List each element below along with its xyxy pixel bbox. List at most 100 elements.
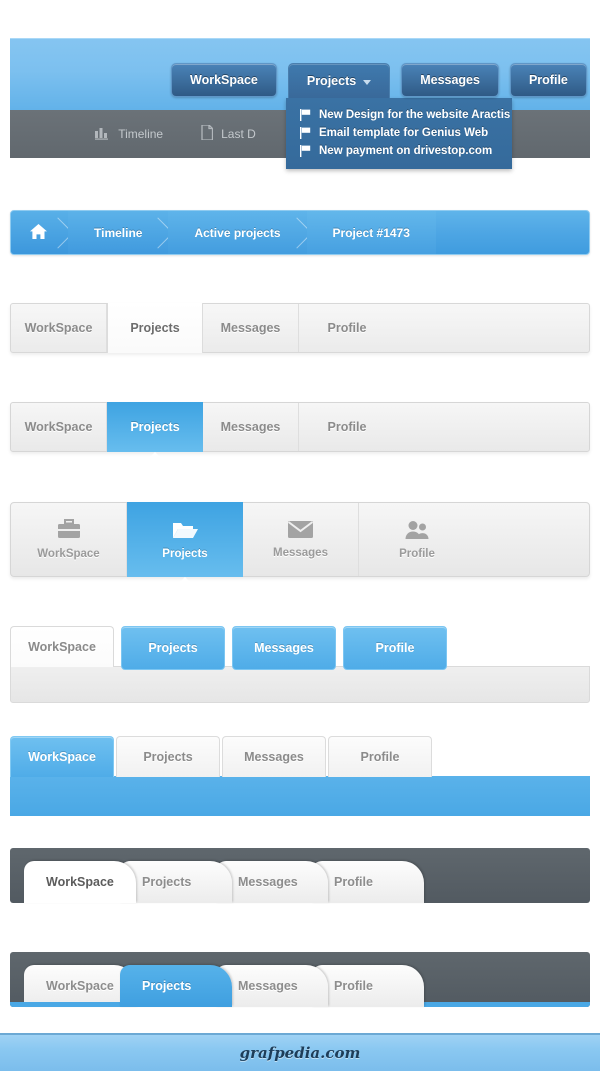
home-icon <box>29 223 48 243</box>
footer-bar: grafpedia.com <box>0 1033 600 1071</box>
tab-label: Profile <box>334 875 373 889</box>
tab-label: Profile <box>399 547 435 560</box>
tab-profile[interactable]: Profile <box>312 861 424 903</box>
toolbar-label: Timeline <box>118 127 164 141</box>
tab-workspace[interactable]: WorkSpace <box>24 861 136 903</box>
tab-label: Messages <box>273 547 328 559</box>
flag-icon <box>300 145 311 157</box>
nav-button-label: Messages <box>420 73 480 87</box>
tab-label: Messages <box>244 750 304 764</box>
tab-projects[interactable]: Projects <box>120 861 232 903</box>
dropdown-item-email-template[interactable]: Email template for Genius Web <box>286 124 512 142</box>
tab-label: Messages <box>254 641 314 655</box>
tab-label: Messages <box>220 420 281 434</box>
tab-messages[interactable]: Messages <box>203 403 299 451</box>
header-showcase: Timeline Last D Folders WorkSpace Projec… <box>10 38 590 169</box>
users-icon <box>405 520 429 543</box>
tab-projects[interactable]: Projects <box>107 402 203 461</box>
tabset-curved-dark-white-active: WorkSpace Projects Messages Profile <box>10 848 590 903</box>
breadcrumb-label: Active projects <box>194 225 281 240</box>
tab-label: WorkSpace <box>28 640 96 654</box>
nav-button-projects[interactable]: Projects <box>287 63 391 98</box>
tab-messages[interactable]: Messages <box>216 965 328 1007</box>
dropdown-item-label: Email template for Genius Web <box>319 127 489 139</box>
nav-button-label: Profile <box>528 73 568 87</box>
chevron-down-icon <box>363 79 372 85</box>
folder-open-icon <box>172 519 198 543</box>
tab-label: Profile <box>375 641 415 655</box>
toolbar-label: Last D <box>221 127 256 141</box>
tab-label: Projects <box>162 548 208 560</box>
tab-messages[interactable]: Messages <box>216 861 328 903</box>
dropdown-item-new-design[interactable]: New Design for the website Aractis <box>286 106 512 124</box>
tab-label: WorkSpace <box>46 979 114 993</box>
tab-messages[interactable]: Messages <box>243 503 359 576</box>
footer-brand-label: grafpedia.com <box>239 1044 361 1062</box>
tab-workspace[interactable]: WorkSpace <box>10 736 114 777</box>
tab-profile[interactable]: Profile <box>299 304 395 352</box>
chart-bars-icon <box>95 126 110 143</box>
breadcrumb-label: Timeline <box>94 225 143 240</box>
breadcrumb-item-timeline[interactable]: Timeline <box>68 211 169 254</box>
nav-button-label: Projects <box>306 74 357 88</box>
dropdown-item-label: New Design for the website Aractis <box>319 109 511 121</box>
breadcrumb-item-home[interactable] <box>11 211 68 254</box>
tab-profile[interactable]: Profile <box>299 403 395 451</box>
tabset-light-flat: WorkSpace Projects Messages Profile <box>10 303 590 353</box>
tab-label: Messages <box>220 321 281 335</box>
tab-label: Profile <box>327 420 367 434</box>
tab-label: Projects <box>143 750 193 764</box>
nav-button-label: WorkSpace <box>190 73 258 87</box>
tab-workspace[interactable]: WorkSpace <box>11 503 127 576</box>
envelope-icon <box>287 520 314 542</box>
tab-messages[interactable]: Messages <box>222 736 326 777</box>
tab-label: Projects <box>130 420 180 434</box>
breadcrumb-item-active-projects[interactable]: Active projects <box>168 211 307 254</box>
tab-profile[interactable]: Profile <box>359 503 475 576</box>
tab-profile[interactable]: Profile <box>312 965 424 1007</box>
tab-label: Projects <box>148 641 198 655</box>
tab-label: WorkSpace <box>24 420 93 434</box>
tab-projects[interactable]: Projects <box>127 502 243 586</box>
nav-button-workspace[interactable]: WorkSpace <box>171 63 277 97</box>
tab-label: Projects <box>130 321 180 335</box>
tab-content-panel <box>10 666 590 703</box>
tab-messages[interactable]: Messages <box>232 626 336 670</box>
tab-label: WorkSpace <box>37 548 100 560</box>
flag-icon <box>300 127 311 139</box>
tab-label: Projects <box>142 979 192 993</box>
projects-dropdown-menu: New Design for the website Aractis Email… <box>286 98 512 169</box>
tab-label: Profile <box>360 750 400 764</box>
tabset-icon-tabs: WorkSpace Projects Messages Profile <box>10 502 590 586</box>
tab-label: Projects <box>142 875 192 889</box>
tab-messages[interactable]: Messages <box>203 304 299 352</box>
toolbar-item-last-documents[interactable]: Last D <box>201 124 256 143</box>
tab-profile[interactable]: Profile <box>343 626 447 670</box>
tab-label: Profile <box>334 979 373 993</box>
document-icon <box>201 124 214 143</box>
tab-workspace[interactable]: WorkSpace <box>11 403 107 451</box>
nav-button-profile[interactable]: Profile <box>509 63 587 97</box>
breadcrumb-item-project-1473[interactable]: Project #1473 <box>306 211 436 254</box>
tab-profile[interactable]: Profile <box>328 736 432 777</box>
tab-label: WorkSpace <box>46 875 114 889</box>
tab-projects[interactable]: Projects <box>107 303 203 353</box>
tab-content-panel <box>10 776 590 816</box>
nav-button-messages[interactable]: Messages <box>401 63 499 97</box>
tabset-curved-dark-blue-active: WorkSpace Projects Messages Profile <box>10 952 590 1007</box>
dropdown-item-new-payment[interactable]: New payment on drivestop.com <box>286 142 512 160</box>
flag-icon <box>300 109 311 121</box>
breadcrumb: Timeline Active projects Project #1473 <box>10 210 590 255</box>
tab-projects[interactable]: Projects <box>120 965 232 1007</box>
tab-label: Profile <box>327 321 367 335</box>
tab-workspace[interactable]: WorkSpace <box>11 304 107 352</box>
tab-projects[interactable]: Projects <box>121 626 225 670</box>
tabset-white-active-blue-rest: WorkSpace Projects Messages Profile <box>10 626 590 703</box>
tabset-blue-active-blue-panel: WorkSpace Projects Messages Profile <box>10 736 590 816</box>
breadcrumb-label: Project #1473 <box>332 225 410 240</box>
tab-workspace[interactable]: WorkSpace <box>10 626 114 667</box>
tab-projects[interactable]: Projects <box>116 736 220 777</box>
header-nav-buttons: WorkSpace Projects Messages Profile <box>171 63 587 98</box>
briefcase-icon <box>57 519 81 543</box>
toolbar-item-timeline[interactable]: Timeline <box>95 126 163 143</box>
